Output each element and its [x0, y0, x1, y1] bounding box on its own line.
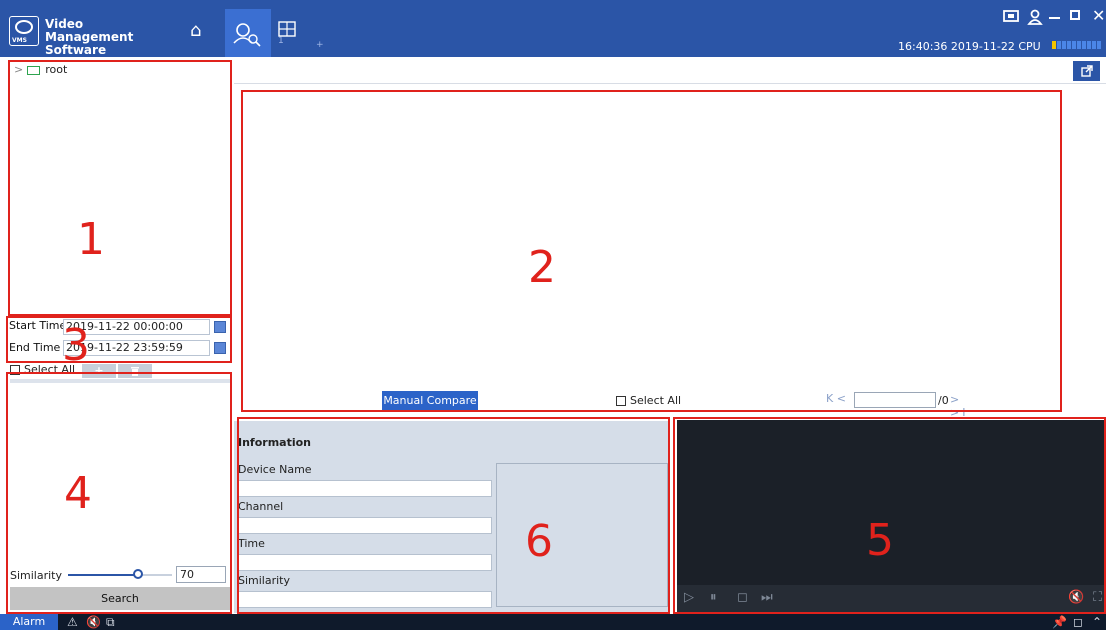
annotation-box-2: [241, 90, 1062, 412]
divider: [234, 83, 1106, 84]
page-input[interactable]: [854, 392, 936, 408]
results-list: [10, 379, 230, 584]
checkbox[interactable]: [10, 365, 20, 375]
popup-off-icon[interactable]: ⧉: [106, 614, 115, 630]
clock-cpu-readout: 16:40:36 2019-11-22 CPU: [898, 40, 1041, 53]
collapse-icon[interactable]: ⌃: [1092, 614, 1102, 630]
end-time-row: End Time: [9, 341, 60, 359]
device-name-label: Device Name: [238, 463, 312, 476]
annotation-number: 1: [77, 214, 105, 265]
end-time-label: End Time: [9, 341, 61, 354]
alarm-off-icon[interactable]: ⚠: [67, 614, 78, 630]
channel-field: [238, 517, 492, 534]
similarity-slider-handle[interactable]: [133, 569, 143, 579]
checkbox[interactable]: [616, 396, 626, 406]
export-button[interactable]: [1073, 61, 1100, 81]
manual-compare-button[interactable]: Manual Compare: [382, 391, 478, 410]
time-field: [238, 554, 492, 571]
tree-item-root[interactable]: > root: [14, 63, 67, 76]
annotation-number: 2: [528, 242, 556, 293]
mute-icon[interactable]: 🔇: [1068, 590, 1084, 605]
time-label: Time: [238, 537, 265, 550]
calendar-icon[interactable]: [214, 342, 226, 354]
similarity-input[interactable]: 70: [176, 566, 226, 583]
results-header-strip: [10, 379, 230, 383]
page-total: /0: [938, 394, 949, 407]
face-search-icon: [233, 23, 261, 47]
pager-next-last-button[interactable]: > >I: [950, 393, 968, 419]
annotation-number: 6: [525, 516, 553, 567]
start-time-label: Start Time: [9, 319, 67, 332]
snapshot-image: [496, 463, 668, 607]
close-icon[interactable]: ✕: [1092, 6, 1105, 25]
similarity-label: Similarity: [10, 569, 63, 582]
select-all-main[interactable]: Select All: [616, 394, 681, 407]
fullscreen-icon[interactable]: ⛶: [1093, 590, 1102, 605]
pause-icon[interactable]: ⏸: [710, 590, 717, 605]
annotation-number: 4: [64, 468, 92, 519]
search-button[interactable]: Search: [10, 587, 230, 610]
mute-icon[interactable]: 🔇: [86, 614, 101, 630]
chevron-right-icon[interactable]: >: [14, 63, 23, 76]
annotation-number: 5: [866, 515, 894, 566]
tree-root-label: root: [45, 63, 68, 76]
app-logo: VMS: [9, 16, 39, 46]
restore-icon[interactable]: ◻: [1073, 614, 1083, 630]
pager: K < /0 > >I: [826, 392, 965, 419]
device-group-icon: [27, 65, 41, 75]
maximize-icon[interactable]: [1070, 10, 1080, 20]
alarm-tab[interactable]: Alarm: [0, 614, 58, 630]
similarity-info-label: Similarity: [238, 574, 291, 587]
trash-icon: [131, 367, 139, 376]
play-icon[interactable]: ▷: [684, 590, 694, 605]
tab-number: 1: [278, 36, 284, 46]
select-all-label: Select All: [630, 394, 682, 407]
calendar-icon[interactable]: [214, 321, 226, 333]
start-time-row: Start Time: [9, 319, 66, 337]
pager-first-prev-button[interactable]: K <: [826, 392, 846, 405]
device-name-field: [238, 480, 492, 497]
minimize-icon[interactable]: [1049, 17, 1060, 19]
home-icon[interactable]: ⌂: [190, 22, 201, 40]
stop-icon[interactable]: ◻: [737, 590, 748, 605]
status-bar: [0, 614, 1106, 630]
pin-icon[interactable]: 📌: [1052, 614, 1067, 630]
channel-label: Channel: [238, 500, 284, 513]
tab-face-search[interactable]: [225, 9, 271, 57]
delete-button[interactable]: [118, 364, 152, 378]
app-name: Video Management Software: [45, 17, 134, 57]
external-link-icon: [1080, 65, 1093, 77]
next-frame-icon[interactable]: ⏭: [761, 590, 773, 605]
similarity-field: [238, 591, 492, 608]
annotation-number: 3: [62, 320, 90, 371]
cpu-meter: [1052, 41, 1106, 49]
similarity-slider-fill: [68, 574, 136, 576]
information-title: Information: [238, 436, 311, 449]
add-tab-button[interactable]: +: [316, 40, 324, 50]
user-icon[interactable]: [1027, 9, 1043, 28]
screen-icon[interactable]: [1003, 10, 1019, 27]
